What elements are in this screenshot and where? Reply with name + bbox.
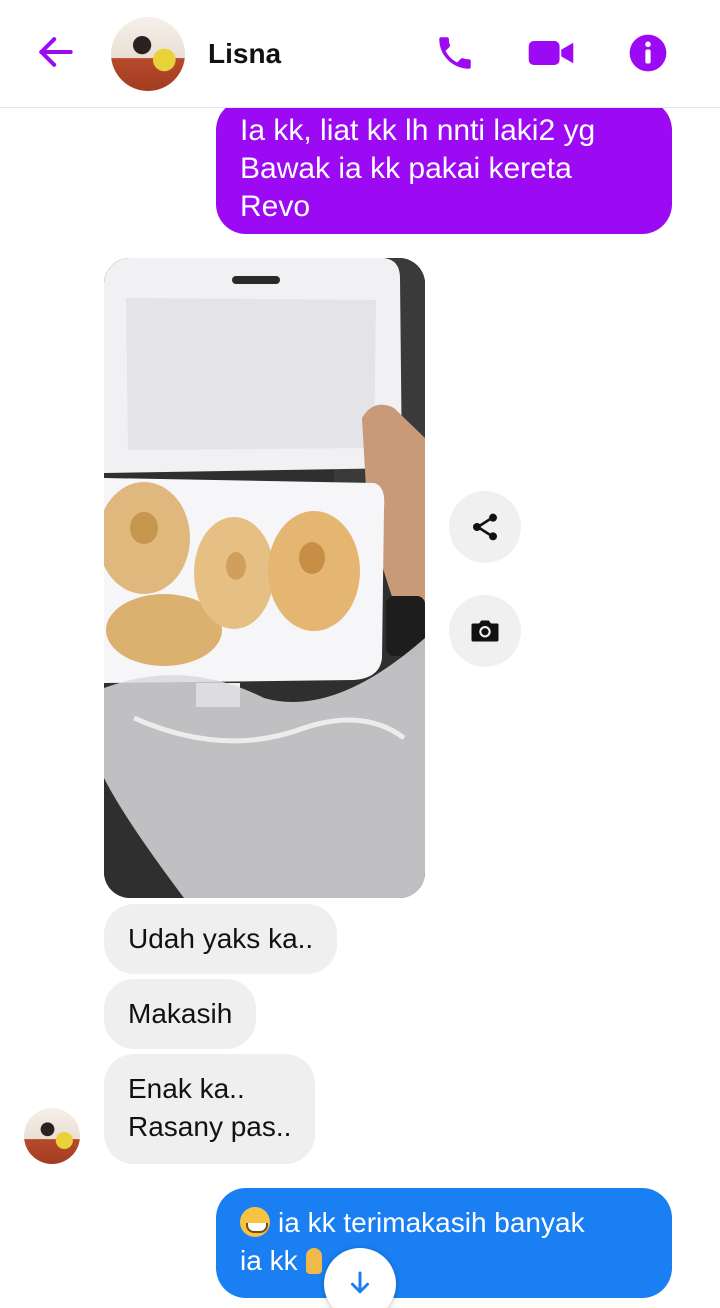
message-text: ia kk terimakasih banyak bbox=[278, 1207, 585, 1238]
photo-donuts-image bbox=[104, 258, 425, 898]
chat-thread: Ia kk, liat kk lh nnti laki2 yg Bawak ia… bbox=[0, 0, 720, 1308]
message-line: Enak ka.. bbox=[128, 1073, 245, 1104]
contact-avatar[interactable] bbox=[111, 17, 185, 91]
video-call-button[interactable] bbox=[527, 32, 574, 74]
conversation-header: Lisna bbox=[0, 0, 720, 108]
message-line: Bawak ia kk pakai kereta bbox=[240, 152, 572, 185]
message-line-1: ia kk terimakasih banyak bbox=[240, 1204, 648, 1242]
grinning-face-icon bbox=[240, 1207, 270, 1237]
incoming-message[interactable]: Udah yaks ka.. bbox=[104, 904, 338, 974]
video-camera-icon bbox=[528, 41, 574, 65]
contact-name[interactable]: Lisna bbox=[208, 38, 281, 70]
incoming-message[interactable]: Enak ka.. Rasany pas.. bbox=[104, 1054, 316, 1164]
arrow-left-icon bbox=[39, 37, 73, 67]
phone-icon bbox=[439, 37, 471, 69]
message-line: Rasany pas.. bbox=[128, 1111, 292, 1142]
photo-message[interactable] bbox=[104, 258, 425, 898]
message-line-2: ia kk bbox=[240, 1242, 648, 1280]
folded-hands-icon bbox=[305, 1248, 322, 1274]
share-icon bbox=[473, 513, 497, 541]
outgoing-message[interactable]: Ia kk, liat kk lh nnti laki2 yg Bawak ia… bbox=[216, 100, 672, 234]
contact-avatar-small[interactable] bbox=[24, 1108, 80, 1164]
back-button[interactable] bbox=[34, 30, 78, 74]
share-button[interactable] bbox=[449, 491, 521, 563]
message-text: ia kk bbox=[240, 1245, 298, 1276]
arrow-down-icon bbox=[351, 1271, 369, 1294]
camera-icon bbox=[471, 620, 499, 642]
voice-call-button[interactable] bbox=[434, 32, 476, 74]
outgoing-message[interactable]: ia kk terimakasih banyak ia kk bbox=[216, 1188, 672, 1298]
info-button[interactable] bbox=[627, 32, 669, 74]
save-photo-button[interactable] bbox=[449, 595, 521, 667]
message-line: Revo bbox=[240, 190, 311, 223]
message-line: Ia kk, liat kk lh nnti laki2 yg bbox=[240, 114, 596, 147]
info-icon bbox=[629, 34, 667, 72]
incoming-message[interactable]: Makasih bbox=[104, 979, 257, 1049]
